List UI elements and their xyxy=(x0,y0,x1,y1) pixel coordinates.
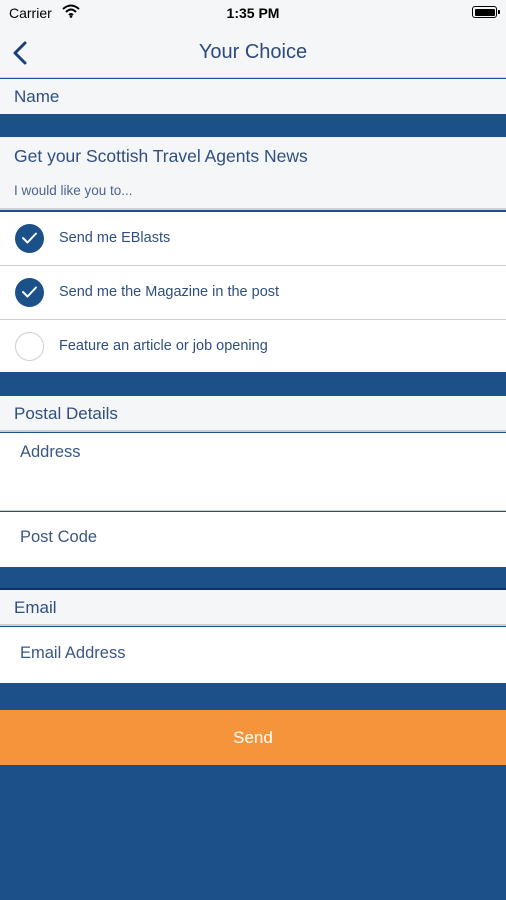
postcode-field[interactable]: Post Code xyxy=(0,512,506,567)
option-label: Send me EBlasts xyxy=(59,230,171,246)
section-divider xyxy=(0,683,506,710)
email-placeholder: Email Address xyxy=(20,644,126,662)
newsletter-title: Get your Scottish Travel Agents News xyxy=(14,146,308,166)
clock: 1:35 PM xyxy=(226,5,280,21)
newsletter-subtitle: I would like you to... xyxy=(14,183,133,198)
section-divider xyxy=(0,567,506,590)
address-field[interactable]: Address xyxy=(0,433,506,511)
address-placeholder: Address xyxy=(20,443,81,461)
option-label: Send me the Magazine in the post xyxy=(59,284,280,300)
footer-background xyxy=(0,765,506,900)
checked-circle-icon[interactable] xyxy=(15,278,44,307)
option-feature[interactable]: Feature an article or job opening xyxy=(0,320,506,372)
checked-circle-icon[interactable] xyxy=(15,224,44,253)
nav-bar: Your Choice xyxy=(0,28,506,78)
email-section-header: Email xyxy=(0,590,506,626)
status-bar: Carrier 1:35 PM xyxy=(0,0,506,28)
battery-icon xyxy=(472,6,500,18)
postal-section-header: Postal Details xyxy=(0,396,506,432)
email-field[interactable]: Email Address xyxy=(0,627,506,683)
option-label: Feature an article or job opening xyxy=(59,338,268,354)
newsletter-header: Get your Scottish Travel Agents News I w… xyxy=(0,137,506,210)
option-eblasts[interactable]: Send me EBlasts xyxy=(0,212,506,266)
unchecked-circle-icon[interactable] xyxy=(15,332,44,361)
section-divider xyxy=(0,114,506,137)
send-button[interactable]: Send xyxy=(0,710,506,765)
name-section-header[interactable]: Name xyxy=(0,79,506,114)
page-title: Your Choice xyxy=(198,41,308,63)
section-divider xyxy=(0,372,506,396)
option-magazine[interactable]: Send me the Magazine in the post xyxy=(0,266,506,320)
postcode-placeholder: Post Code xyxy=(20,528,98,546)
